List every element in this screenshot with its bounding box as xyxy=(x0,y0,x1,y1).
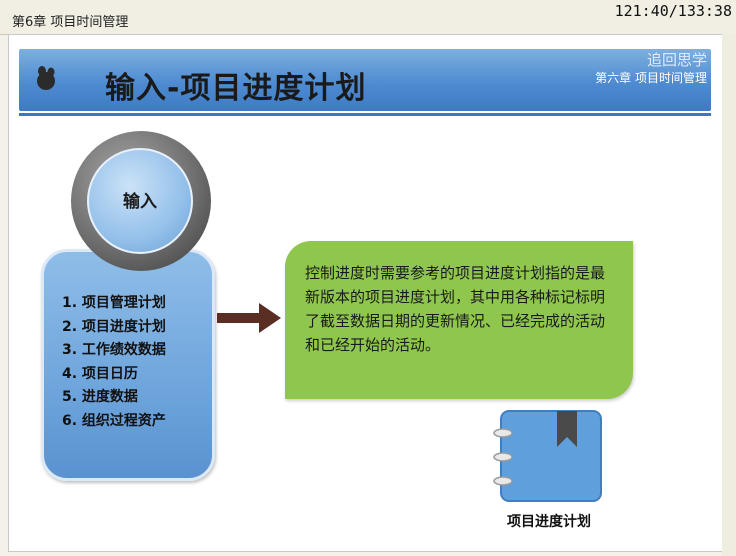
right-scroll-strip xyxy=(722,34,736,556)
input-item-6: 6. 组织过程资产 xyxy=(62,412,166,429)
paw-icon xyxy=(37,66,55,90)
notebook-label: 项目进度计划 xyxy=(507,514,591,530)
slide-title: 输入-项目进度计划 xyxy=(105,71,367,106)
brand-logo: 追回思学 xyxy=(646,51,707,69)
chapter-label: 第6章 项目时间管理 xyxy=(12,15,129,30)
banner-divider xyxy=(19,113,711,116)
inputs-box: 1. 项目管理计划 2. 项目进度计划 3. 工作绩效数据 4. 项目日历 5.… xyxy=(41,249,215,481)
slide: 输入-项目进度计划 追回思学 第六章 项目时间管理 1. 项目管理计划 2. 项… xyxy=(8,34,724,552)
notebook-icon xyxy=(493,410,602,502)
chapter-bar: 第6章 项目时间管理 121:40/133:38 xyxy=(0,0,736,35)
input-circle-label: 输入 xyxy=(123,192,157,212)
right-arrow-icon xyxy=(217,303,281,333)
page-counter: 121:40/133:38 xyxy=(614,2,732,20)
input-item-2: 2. 项目进度计划 xyxy=(62,318,166,335)
description-text: 控制进度时需要参考的项目进度计划指的是最新版本的项目进度计划，其中用各种标记标明… xyxy=(305,264,606,354)
banner-chapter-label: 第六章 项目时间管理 xyxy=(595,71,707,85)
input-item-5: 5. 进度数据 xyxy=(62,389,138,405)
inputs-list: 1. 项目管理计划 2. 项目进度计划 3. 工作绩效数据 4. 项目日历 5.… xyxy=(62,292,166,433)
input-item-3: 3. 工作绩效数据 xyxy=(62,342,166,358)
title-banner: 输入-项目进度计划 追回思学 第六章 项目时间管理 xyxy=(19,49,711,111)
input-item-1: 1. 项目管理计划 xyxy=(62,295,166,311)
input-item-4: 4. 项目日历 xyxy=(62,365,138,382)
description-box: 控制进度时需要参考的项目进度计划指的是最新版本的项目进度计划，其中用各种标记标明… xyxy=(285,241,633,399)
